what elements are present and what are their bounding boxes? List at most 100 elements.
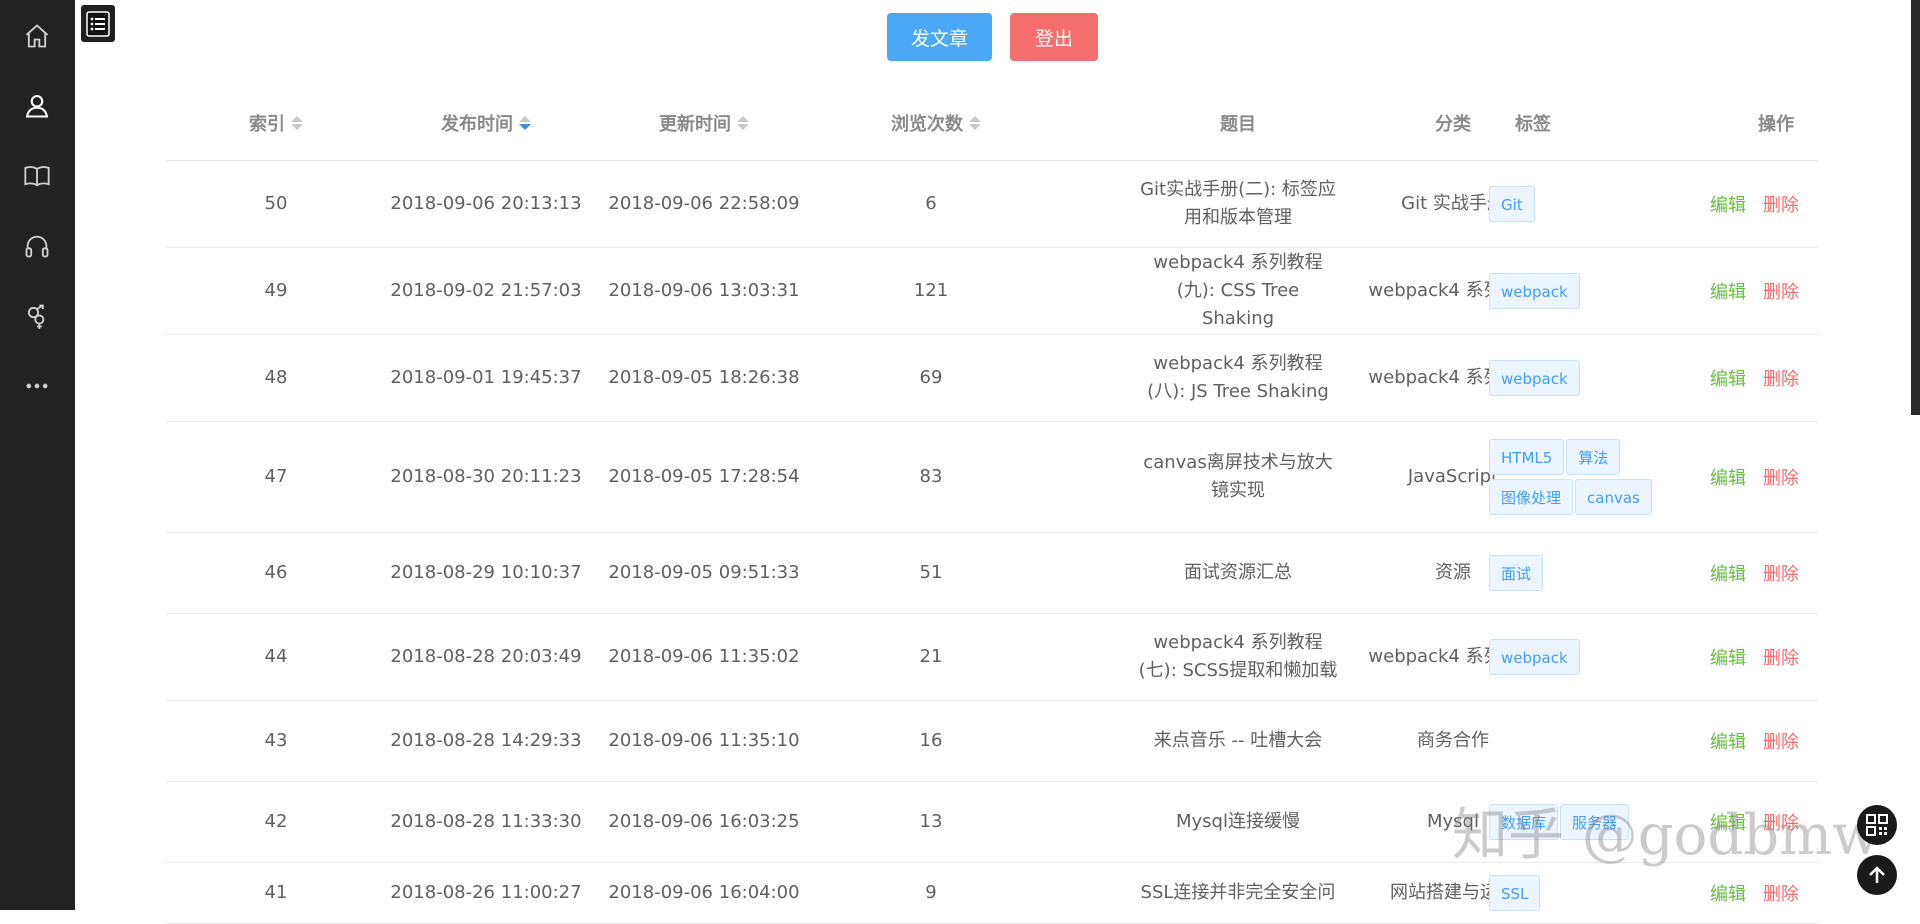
sort-icon[interactable] xyxy=(291,116,303,130)
edit-button[interactable]: 编辑 xyxy=(1710,278,1746,304)
cell-tags: 面试 xyxy=(1489,533,1689,613)
tag[interactable]: 图像处理 xyxy=(1489,479,1574,515)
cell-title-text[interactable]: webpack4 系列教程(八): JS Tree Shaking xyxy=(1138,350,1338,406)
user-icon[interactable] xyxy=(19,88,55,124)
cell-actions: 编辑 删除 xyxy=(1710,701,1830,781)
sort-icon[interactable] xyxy=(519,116,531,130)
tag[interactable]: HTML5 xyxy=(1489,439,1565,475)
back-to-top-button[interactable] xyxy=(1857,855,1897,895)
cell-title-text[interactable]: webpack4 系列教程(九): CSS Tree Shaking xyxy=(1138,249,1338,333)
tag[interactable]: webpack xyxy=(1489,273,1580,309)
cell-index-text: 46 xyxy=(264,562,288,583)
scrollbar[interactable] xyxy=(1910,0,1920,910)
cell-title-text[interactable]: SSL连接并非完全安全问 xyxy=(1138,879,1338,907)
tag[interactable]: 算法 xyxy=(1566,439,1621,475)
cell-index-text: 49 xyxy=(264,280,288,301)
cell-title-text[interactable]: 来点音乐 -- 吐槽大会 xyxy=(1138,727,1338,755)
tag[interactable]: 数据库 xyxy=(1489,804,1559,840)
tag[interactable]: webpack xyxy=(1489,639,1580,675)
header-actions: 操作 xyxy=(1758,114,1794,135)
cell-title-text[interactable]: Mysql连接缓慢 xyxy=(1138,808,1338,836)
cell-category-text: 资源 xyxy=(1435,562,1471,583)
table-row: 48 2018-09-01 19:45:37 2018-09-05 18:26:38… xyxy=(166,335,1818,422)
gender-icon[interactable] xyxy=(19,298,55,334)
tag[interactable]: 面试 xyxy=(1489,555,1544,591)
edit-button[interactable]: 编辑 xyxy=(1710,464,1746,490)
cell-index: 44 xyxy=(216,614,336,700)
cell-views: 121 xyxy=(866,248,996,334)
cell-index-text: 50 xyxy=(264,193,288,214)
headphones-icon[interactable] xyxy=(19,228,55,264)
cell-updated: 2018-09-06 13:03:31 xyxy=(604,248,804,334)
cell-published-text: 2018-08-28 20:03:49 xyxy=(390,646,582,667)
home-icon[interactable] xyxy=(19,18,55,54)
logout-button[interactable]: 登出 xyxy=(1010,13,1098,61)
tag[interactable]: webpack xyxy=(1489,360,1580,396)
cell-views: 13 xyxy=(866,782,996,862)
cell-category-text: JavaScript xyxy=(1407,466,1499,487)
cell-actions: 编辑 删除 xyxy=(1710,863,1830,923)
delete-button[interactable]: 删除 xyxy=(1763,191,1799,217)
cell-title-text[interactable]: 面试资源汇总 xyxy=(1138,559,1338,587)
cell-index-text: 44 xyxy=(264,646,288,667)
header-updated[interactable]: 更新时间 xyxy=(604,86,804,160)
delete-button[interactable]: 删除 xyxy=(1763,365,1799,391)
cell-title-text[interactable]: webpack4 系列教程(七): SCSS提取和懒加载 xyxy=(1138,629,1338,685)
cell-tags: Git xyxy=(1489,161,1689,247)
edit-button[interactable]: 编辑 xyxy=(1710,809,1746,835)
tag[interactable]: 服务器 xyxy=(1560,804,1630,840)
qr-code-button[interactable] xyxy=(1857,805,1897,845)
edit-button[interactable]: 编辑 xyxy=(1710,728,1746,754)
edit-button[interactable]: 编辑 xyxy=(1710,191,1746,217)
cell-published-text: 2018-09-06 20:13:13 xyxy=(390,193,582,214)
cell-index: 50 xyxy=(216,161,336,247)
publish-article-button[interactable]: 发文章 xyxy=(887,13,992,61)
delete-button[interactable]: 删除 xyxy=(1763,464,1799,490)
cell-views-text: 121 xyxy=(913,280,949,301)
cell-views: 83 xyxy=(866,422,996,532)
cell-updated-text: 2018-09-06 11:35:10 xyxy=(608,730,800,751)
edit-button[interactable]: 编辑 xyxy=(1710,365,1746,391)
cell-published-text: 2018-08-29 10:10:37 xyxy=(390,562,582,583)
header-views[interactable]: 浏览次数 xyxy=(856,86,1016,160)
tag[interactable]: canvas xyxy=(1575,479,1652,515)
header-category: 分类 xyxy=(1435,114,1471,135)
table-body: 50 2018-09-06 20:13:13 2018-09-06 22:58:09… xyxy=(166,161,1818,924)
edit-button[interactable]: 编辑 xyxy=(1710,880,1746,906)
sort-icon[interactable] xyxy=(969,116,981,130)
cell-updated-text: 2018-09-06 16:03:25 xyxy=(608,811,800,832)
cell-published: 2018-08-28 20:03:49 xyxy=(386,614,586,700)
sort-icon[interactable] xyxy=(737,116,749,130)
header-index[interactable]: 索引 xyxy=(216,86,336,160)
delete-button[interactable]: 删除 xyxy=(1763,809,1799,835)
edit-button[interactable]: 编辑 xyxy=(1710,560,1746,586)
book-icon[interactable] xyxy=(19,158,55,194)
header-published[interactable]: 发布时间 xyxy=(386,86,586,160)
more-icon[interactable] xyxy=(19,368,55,404)
tag[interactable]: SSL xyxy=(1489,875,1541,911)
qr-code-icon xyxy=(1866,814,1888,836)
table-header: 索引 发布时间 更新时间 浏览次数 题目 分类 标签 操作 xyxy=(166,86,1818,161)
cell-updated-text: 2018-09-06 22:58:09 xyxy=(608,193,800,214)
delete-button[interactable]: 删除 xyxy=(1763,728,1799,754)
cell-index: 43 xyxy=(216,701,336,781)
scrollbar-thumb[interactable] xyxy=(1911,0,1920,415)
delete-button[interactable]: 删除 xyxy=(1763,880,1799,906)
delete-button[interactable]: 删除 xyxy=(1763,644,1799,670)
cell-updated-text: 2018-09-05 09:51:33 xyxy=(608,562,800,583)
cell-updated-text: 2018-09-06 13:03:31 xyxy=(608,280,800,301)
cell-updated: 2018-09-06 16:03:25 xyxy=(604,782,804,862)
cell-tags: SSL xyxy=(1489,863,1689,923)
menu-toggle-button[interactable] xyxy=(81,5,115,42)
cell-updated-text: 2018-09-05 17:28:54 xyxy=(608,466,800,487)
cell-title-text[interactable]: Git实战手册(二): 标签应用和版本管理 xyxy=(1138,176,1338,232)
delete-button[interactable]: 删除 xyxy=(1763,560,1799,586)
edit-button[interactable]: 编辑 xyxy=(1710,644,1746,670)
cell-views-text: 6 xyxy=(925,193,937,214)
tag[interactable]: Git xyxy=(1489,186,1535,222)
cell-title-text[interactable]: canvas离屏技术与放大镜实现 xyxy=(1138,449,1338,505)
cell-updated-text: 2018-09-05 18:26:38 xyxy=(608,367,800,388)
cell-views-text: 83 xyxy=(919,466,943,487)
delete-button[interactable]: 删除 xyxy=(1763,278,1799,304)
cell-index-text: 47 xyxy=(264,466,288,487)
